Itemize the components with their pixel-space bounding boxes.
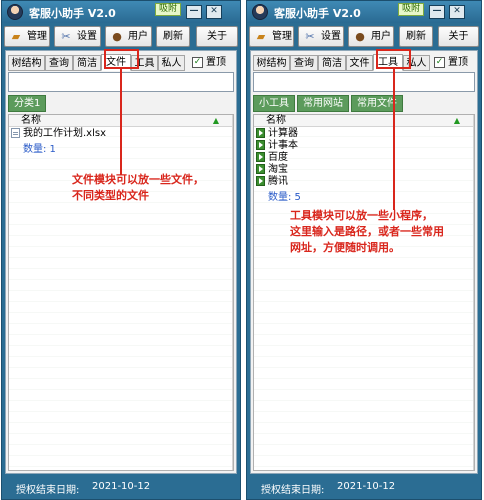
- name-column-header[interactable]: 名称: [266, 115, 286, 127]
- snap-badge[interactable]: 吸附: [398, 3, 424, 16]
- refresh-button[interactable]: 刷新: [156, 26, 190, 47]
- category-small-tools[interactable]: 小工具: [253, 95, 295, 112]
- checkmark-icon: ✓: [434, 57, 445, 68]
- settings-label: 设置: [321, 31, 341, 42]
- tools-annotation: 工具模块可以放一些小程序， 这里输入是路径，或者一些常用 网址，方便随时调用。: [290, 209, 444, 254]
- app-avatar-icon: [7, 4, 23, 20]
- user-button[interactable]: ● 用户: [105, 26, 152, 47]
- module-tabs: 树结构 查询 简洁 文件 工具 私人 ✓ 置顶: [253, 54, 475, 71]
- license-label: 授权结束日期:: [16, 485, 80, 496]
- settings-button[interactable]: ✂ 设置: [54, 26, 101, 47]
- scrollbar[interactable]: [232, 115, 233, 470]
- launch-icon: [256, 176, 265, 186]
- tab-tree[interactable]: 树结构: [8, 55, 45, 71]
- tools-icon: ✂: [305, 30, 315, 43]
- name-column-header[interactable]: 名称: [21, 115, 41, 127]
- list-header[interactable]: 名称 ▲: [254, 115, 474, 127]
- category-button[interactable]: 分类1: [8, 95, 47, 112]
- highlight-box-files-tab: [104, 49, 139, 69]
- settings-label: 设置: [77, 31, 97, 42]
- tab-simple[interactable]: 简洁: [318, 55, 346, 71]
- sort-up-icon[interactable]: ▲: [454, 115, 460, 127]
- item-name: 腾讯: [268, 176, 288, 187]
- folder-icon: ▰: [256, 30, 266, 43]
- files-annotation: 文件模块可以放一些文件， 不同类型的文件: [72, 173, 204, 202]
- tab-tree[interactable]: 树结构: [253, 55, 290, 71]
- category-common-files[interactable]: 常用文件: [351, 95, 403, 112]
- license-date: 2021-10-12: [92, 481, 151, 492]
- user-icon: ●: [112, 30, 122, 43]
- status-bar: 授权结束日期: 2021-10-12: [2, 475, 240, 499]
- highlight-box-tools-tab: [376, 49, 411, 69]
- item-name: 淘宝: [268, 164, 288, 175]
- tab-files[interactable]: 文件: [346, 55, 373, 71]
- folder-icon: ▰: [11, 30, 21, 43]
- status-bar: 授权结束日期: 2021-10-12: [247, 475, 481, 499]
- manage-label: 管理: [27, 31, 47, 42]
- about-button[interactable]: 关于: [196, 26, 238, 47]
- main-toolbar: ▰ 管理 ✂ 设置 ● 用户 刷新 关于: [4, 26, 238, 49]
- manage-button[interactable]: ▰ 管理: [4, 26, 50, 47]
- list-item[interactable]: 百度: [256, 152, 288, 163]
- list-item[interactable]: 我的工作计划.xlsx: [11, 128, 106, 139]
- scrollbar[interactable]: [473, 115, 474, 470]
- item-name: 我的工作计划.xlsx: [23, 128, 107, 139]
- settings-button[interactable]: ✂ 设置: [298, 26, 344, 47]
- user-label: 用户: [371, 31, 391, 42]
- pin-on-top-checkbox[interactable]: ✓ 置顶: [191, 55, 226, 71]
- user-icon: ●: [355, 30, 365, 43]
- item-name: 百度: [268, 152, 288, 163]
- pin-label: 置顶: [206, 57, 226, 68]
- checkmark-icon: ✓: [192, 57, 203, 68]
- file-icon: [11, 128, 20, 138]
- title-bar[interactable]: 客服小助手 V2.0 吸附 — ✕: [247, 1, 481, 23]
- tab-private[interactable]: 私人: [158, 55, 185, 71]
- close-button[interactable]: ✕: [206, 5, 222, 19]
- search-input[interactable]: [253, 72, 475, 92]
- minimize-button[interactable]: —: [429, 5, 445, 19]
- item-list[interactable]: 名称 ▲ 计算器 计事本 百度 淘宝 腾讯 数量: 5: [253, 114, 475, 471]
- minimize-button[interactable]: —: [186, 5, 202, 19]
- item-count: 数量: 5: [268, 192, 301, 203]
- refresh-button[interactable]: 刷新: [399, 26, 433, 47]
- app-avatar-icon: [252, 4, 268, 20]
- launch-icon: [256, 164, 265, 174]
- title-bar[interactable]: 客服小助手 V2.0 吸附 — ✕: [2, 1, 240, 23]
- snap-badge[interactable]: 吸附: [155, 3, 181, 16]
- launch-icon: [256, 140, 265, 150]
- sort-up-icon[interactable]: ▲: [213, 115, 219, 127]
- list-item[interactable]: 腾讯: [256, 176, 288, 187]
- tab-query[interactable]: 查询: [290, 55, 318, 71]
- pin-on-top-checkbox[interactable]: ✓ 置顶: [433, 55, 468, 71]
- window-title: 客服小助手 V2.0: [274, 7, 361, 20]
- item-name: 计算器: [268, 128, 298, 139]
- user-button[interactable]: ● 用户: [348, 26, 394, 47]
- category-common-sites[interactable]: 常用网站: [297, 95, 349, 112]
- license-date: 2021-10-12: [337, 481, 396, 492]
- tab-simple[interactable]: 简洁: [73, 55, 101, 71]
- license-label: 授权结束日期:: [261, 485, 325, 496]
- manage-button[interactable]: ▰ 管理: [249, 26, 294, 47]
- pin-label: 置顶: [448, 57, 468, 68]
- tab-query[interactable]: 查询: [45, 55, 73, 71]
- category-bar: 小工具 常用网站 常用文件: [253, 95, 405, 112]
- main-toolbar: ▰ 管理 ✂ 设置 ● 用户 刷新 关于: [249, 26, 479, 49]
- tools-icon: ✂: [61, 30, 71, 43]
- callout-line: [120, 69, 122, 175]
- about-button[interactable]: 关于: [438, 26, 479, 47]
- close-button[interactable]: ✕: [449, 5, 465, 19]
- list-item[interactable]: 淘宝: [256, 164, 288, 175]
- window-title: 客服小助手 V2.0: [29, 7, 116, 20]
- launch-icon: [256, 128, 265, 138]
- list-item[interactable]: 计算器: [256, 128, 298, 139]
- user-label: 用户: [128, 31, 148, 42]
- content-panel: 树结构 查询 简洁 文件 工具 私人 ✓ 置顶 小工具 常用网站 常用文件 名称 ▲…: [250, 50, 478, 474]
- category-bar: 分类1: [8, 95, 48, 112]
- item-name: 计事本: [268, 140, 298, 151]
- item-count: 数量: 1: [23, 144, 56, 155]
- list-item[interactable]: 计事本: [256, 140, 298, 151]
- launch-icon: [256, 152, 265, 162]
- manage-label: 管理: [272, 31, 292, 42]
- callout-line: [393, 69, 395, 210]
